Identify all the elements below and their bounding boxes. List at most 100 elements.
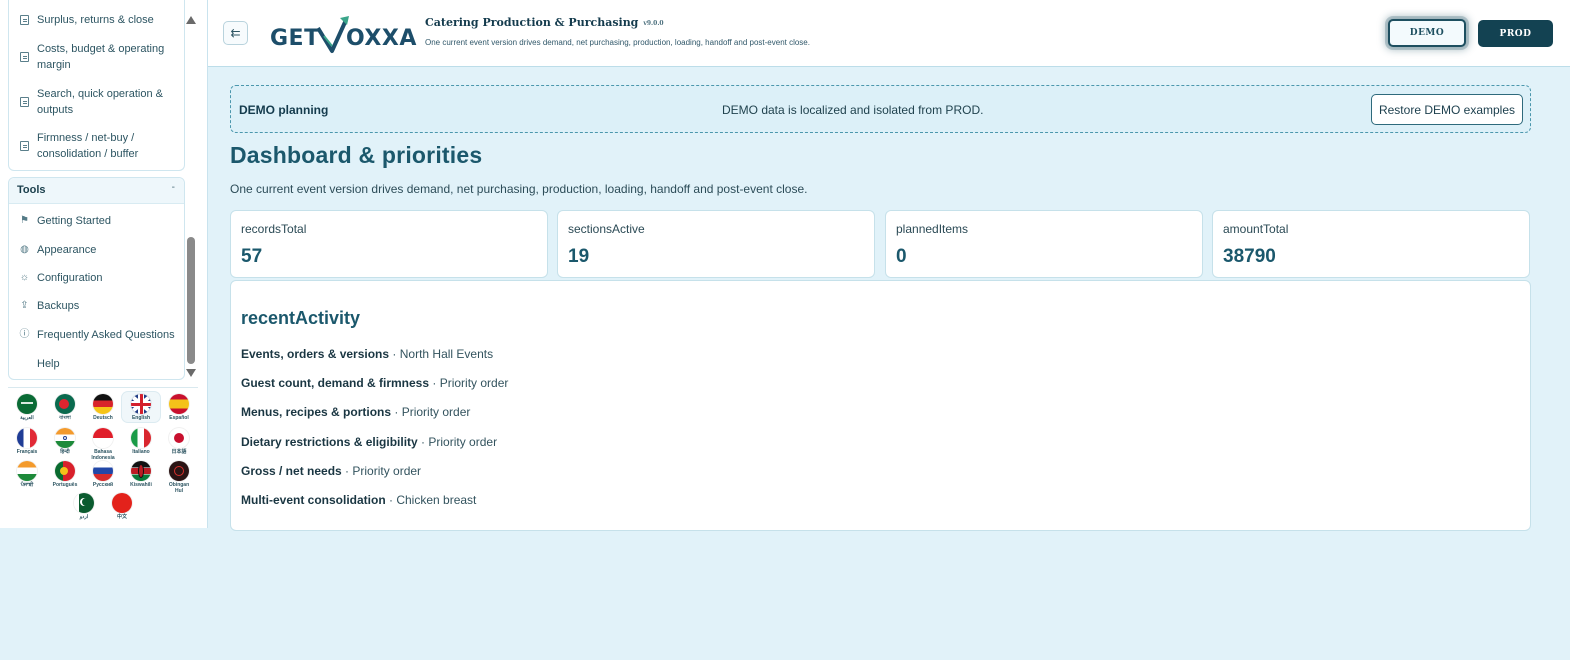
sidebar-item-costs[interactable]: Costs, budget & operating margin — [9, 41, 186, 73]
language-italian[interactable]: Italiano — [122, 428, 160, 455]
language-urdu[interactable]: اردو — [65, 493, 103, 520]
recent-activity-panel: recentActivity Events, orders & versions… — [230, 280, 1531, 531]
language-japanese[interactable]: 日本語 — [160, 428, 198, 455]
language-spanish[interactable]: Español — [160, 394, 198, 421]
sidebar-item-getting-started[interactable]: ⚑ Getting Started — [9, 213, 186, 229]
page-subtitle: One current event version drives demand,… — [230, 182, 808, 196]
activity-detail: · Priority order — [341, 464, 422, 478]
recent-activity-title: recentActivity — [241, 308, 361, 328]
stat-card-records-total: recordsTotal 57 — [230, 210, 548, 278]
sidebar-item-surplus[interactable]: Surplus, returns & close — [9, 12, 186, 28]
stat-card-amount-total: amountTotal 38790 — [1212, 210, 1530, 278]
language-punjabi[interactable]: ਪੰਜਾਬੀ — [8, 461, 46, 488]
sidebar-divider — [8, 387, 198, 388]
demo-mode-button[interactable]: DEMO — [1388, 19, 1466, 47]
language-name: 日本語 — [171, 449, 187, 455]
collapse-menu-icon: ⇇ — [230, 26, 241, 40]
scrollbar-thumb[interactable] — [187, 237, 195, 364]
sidebar-item-firmness[interactable]: Firmness / net-buy / consolidation / buf… — [9, 130, 186, 162]
language-arabic[interactable]: العربية — [8, 394, 46, 421]
activity-item[interactable]: Dietary restrictions & eligibility · Pri… — [241, 435, 497, 449]
restore-demo-button[interactable]: Restore DEMO examples — [1371, 94, 1523, 125]
sidebar: Surplus, returns & close Costs, budget &… — [0, 0, 208, 528]
language-german[interactable]: Deutsch — [84, 394, 122, 421]
activity-detail: · Priority order — [391, 405, 471, 419]
language-name: Português — [52, 482, 78, 488]
language-name: Deutsch — [93, 415, 113, 421]
sidebar-item-configuration[interactable]: ☼ Configuration — [9, 270, 186, 286]
language-french[interactable]: Français — [8, 428, 46, 455]
activity-detail: · Chicken breast — [385, 493, 477, 507]
language-name: ਪੰਜਾਬੀ — [20, 482, 34, 488]
language-chinese[interactable]: 中文 — [103, 493, 141, 520]
page-title: Dashboard & priorities — [230, 142, 483, 168]
language-name: English — [131, 415, 151, 421]
kenya-flag-icon — [131, 461, 151, 481]
language-hindi[interactable]: हिन्दी — [46, 428, 84, 455]
scroll-down-arrow[interactable] — [186, 369, 196, 377]
stat-key: sectionsActive — [568, 222, 645, 236]
sidebar-item-faq[interactable]: ⓘ Frequently Asked Questions — [9, 327, 186, 343]
language-bengali[interactable]: বাংলা — [46, 394, 84, 421]
app-header: ⇇ GET OXXA Catering Production & Purchas… — [208, 0, 1570, 67]
portugal-flag-icon — [55, 461, 75, 481]
sidebar-item-label: Configuration — [37, 272, 103, 284]
uk-flag-icon — [131, 394, 151, 414]
language-name: Kiswahili — [130, 482, 152, 488]
spain-flag-icon — [169, 394, 189, 414]
language-portuguese[interactable]: Português — [46, 461, 84, 488]
stat-card-sections-active: sectionsActive 19 — [557, 210, 875, 278]
collapse-toggle-icon[interactable]: - — [172, 182, 175, 193]
language-russian[interactable]: Русский — [84, 461, 122, 488]
language-english[interactable]: English — [122, 392, 160, 422]
document-icon — [19, 52, 30, 63]
stat-value: 0 — [896, 246, 907, 267]
stat-card-planned-items: plannedItems 0 — [885, 210, 1203, 278]
logo-text-left: GET — [270, 26, 320, 51]
sidebar-item-label: Frequently Asked Questions — [37, 329, 175, 341]
activity-item[interactable]: Multi-event consolidation · Chicken brea… — [241, 493, 476, 507]
prod-mode-button[interactable]: PROD — [1478, 20, 1553, 47]
russia-flag-icon — [93, 461, 113, 481]
activity-item[interactable]: Menus, recipes & portions · Priority ord… — [241, 405, 470, 419]
activity-label: Dietary restrictions & eligibility — [241, 435, 418, 449]
sidebar-item-label: Help — [37, 358, 60, 370]
sidebar-item-backups[interactable]: ⇪ Backups — [9, 298, 186, 314]
getvoxxa-logo: GET OXXA — [270, 14, 416, 54]
language-name: Español — [169, 415, 189, 421]
tools-title: Tools — [17, 184, 46, 196]
language-name: 中文 — [116, 514, 127, 520]
germany-flag-icon — [93, 394, 113, 414]
activity-label: Guest count, demand & firmness — [241, 376, 430, 390]
app-title: Catering Production & Purchasing v9.0.0 — [425, 16, 664, 29]
sidebar-item-help[interactable]: Help — [9, 356, 186, 372]
language-obingan-hul[interactable]: Obingan Hul — [160, 461, 198, 494]
activity-item[interactable]: Gross / net needs · Priority order — [241, 464, 421, 478]
sidebar-item-label: Surplus, returns & close — [37, 14, 154, 26]
sidebar-toggle-button[interactable]: ⇇ — [223, 21, 248, 45]
sidebar-item-label: Search, quick operation & outputs — [37, 88, 163, 116]
sidebar-item-appearance[interactable]: ◍ Appearance — [9, 242, 186, 258]
language-name: বাংলা — [59, 415, 71, 421]
language-swahili[interactable]: Kiswahili — [122, 461, 160, 488]
activity-detail: · North Hall Events — [389, 347, 494, 361]
activity-detail: · Priority order — [417, 435, 498, 449]
activity-item[interactable]: Guest count, demand & firmness · Priorit… — [241, 376, 508, 390]
banner-title: DEMO planning — [239, 103, 329, 117]
india-flag-icon — [17, 461, 37, 481]
language-name: العربية — [20, 415, 34, 421]
banner-message: DEMO data is localized and isolated from… — [722, 103, 984, 117]
language-name: Français — [16, 449, 38, 455]
document-icon — [19, 15, 30, 26]
stat-value: 19 — [568, 246, 590, 267]
document-icon — [19, 141, 30, 152]
sidebar-item-search[interactable]: Search, quick operation & outputs — [9, 86, 186, 118]
activity-item[interactable]: Events, orders & versions · North Hall E… — [241, 347, 493, 361]
activity-detail: · Priority order — [429, 376, 509, 390]
sidebar-item-label: Firmness / net-buy / consolidation / buf… — [37, 132, 139, 160]
bangladesh-flag-icon — [55, 394, 75, 414]
tools-header[interactable]: Tools - — [9, 178, 184, 204]
scroll-up-arrow[interactable] — [186, 16, 196, 24]
app-version: v9.0.0 — [643, 20, 664, 27]
language-indonesian[interactable]: Bahasa Indonesia — [84, 428, 122, 461]
